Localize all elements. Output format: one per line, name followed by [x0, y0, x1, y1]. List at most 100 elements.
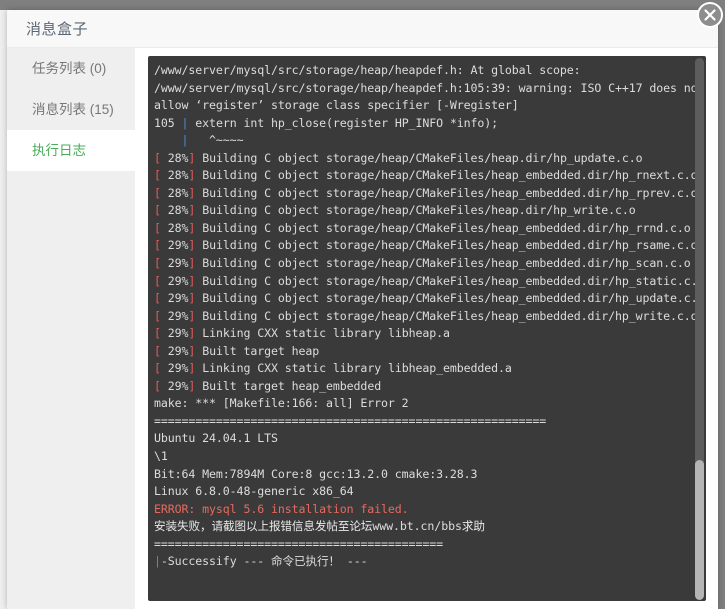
log-line: [ 29%] Building C object storage/heap/CM… [154, 290, 705, 308]
content-area: /www/server/mysql/src/storage/heap/heapd… [135, 48, 718, 609]
log-token: 求助 [461, 519, 485, 534]
log-line: make: *** [Makefile:166: all] Error 2 [154, 395, 684, 413]
log-token: Building C object storage/heap/CMakeFile… [195, 203, 636, 218]
log-token: -Successify --- 命令已执行！ --- [160, 554, 368, 569]
log-token: Building C object storage/heap/CMakeFile… [195, 168, 698, 183]
terminal-scrollbar-thumb[interactable] [695, 460, 704, 600]
sidebar-filler [7, 171, 135, 609]
log-token: [ [154, 273, 161, 288]
log-token: ========================================… [154, 413, 547, 428]
log-token: Built target heap [195, 343, 320, 358]
modal-header: 消息盒子 [7, 10, 718, 48]
log-line: ========================================… [154, 413, 684, 431]
message-box-modal: 消息盒子 任务列表 (0) 消息列表 (15) 执行日志 /www/server/m… [7, 10, 718, 609]
log-line: ========================================… [154, 536, 684, 554]
log-line: | ^~~~~ [154, 132, 684, 150]
sidebar-item-task-list[interactable]: 任务列表 (0) [7, 48, 135, 89]
log-token: 28% [160, 220, 189, 235]
log-line: Ubuntu 24.04.1 LTS [154, 430, 684, 448]
log-token: [ [154, 308, 161, 323]
log-token: Linking CXX static library libheap_embed… [195, 361, 512, 376]
modal-body: 任务列表 (0) 消息列表 (15) 执行日志 /www/server/mysql/… [7, 48, 718, 609]
sidebar: 任务列表 (0) 消息列表 (15) 执行日志 [7, 48, 135, 609]
page-root: 消息盒子 任务列表 (0) 消息列表 (15) 执行日志 /www/server/m… [0, 0, 725, 609]
background-top-strip [0, 0, 7, 10]
log-line: /www/server/mysql/src/storage/heap/heapd… [154, 80, 705, 98]
log-token: 29% [160, 273, 189, 288]
log-token: Linking CXX static library libheap.a [195, 326, 450, 341]
log-token: [ [154, 378, 161, 393]
log-token: Building C object storage/heap/CMakeFile… [195, 185, 698, 200]
log-token: Building C object storage/heap/CMakeFile… [195, 150, 643, 165]
log-line: [ 28%] Building C object storage/heap/CM… [154, 220, 691, 238]
log-line: Linux 6.8.0-48-generic x86_64 [154, 483, 684, 501]
log-token: 安装失败，请截图以上报错信息发帖至论坛 [154, 519, 373, 534]
log-token: Building C object storage/heap/CMakeFile… [195, 238, 698, 253]
log-line: [ 29%] Built target heap [154, 343, 684, 361]
log-line: [ 28%] Building C object storage/heap/CM… [154, 150, 684, 168]
log-token: 29% [160, 238, 189, 253]
log-line: 105 | extern int hp_close(register HP_IN… [154, 115, 684, 133]
log-line: /www/server/mysql/src/storage/heap/heapd… [154, 62, 684, 80]
execution-log-terminal[interactable]: /www/server/mysql/src/storage/heap/heapd… [148, 56, 706, 601]
log-line: [ 28%] Building C object storage/heap/CM… [154, 167, 698, 185]
log-token: Building C object storage/heap/CMakeFile… [195, 291, 705, 306]
log-token: 29% [160, 291, 189, 306]
log-token: \1 [154, 449, 168, 464]
log-line: [ 28%] Building C object storage/heap/CM… [154, 202, 684, 220]
log-token: | [154, 133, 189, 148]
log-token: [ [154, 238, 161, 253]
log-line: Bit:64 Mem:7894M Core:8 gcc:13.2.0 cmake… [154, 466, 684, 484]
log-token: Bit:64 Mem:7894M Core:8 gcc:13.2.0 cmake… [154, 466, 478, 481]
log-token: 28% [160, 168, 189, 183]
log-token: [ [154, 168, 161, 183]
log-token: 29% [160, 343, 189, 358]
log-token: Building C object storage/heap/CMakeFile… [195, 220, 691, 235]
sidebar-item-message-list[interactable]: 消息列表 (15) [7, 89, 135, 130]
log-line: \1 [154, 448, 684, 466]
log-line: [ 29%] Linking CXX static library libhea… [154, 325, 684, 343]
log-line: [ 29%] Building C object storage/heap/CM… [154, 308, 698, 326]
log-token: [ [154, 256, 161, 271]
log-token: /www/server/mysql/src/storage/heap/heapd… [154, 63, 581, 77]
log-token: [ [154, 326, 161, 341]
log-token: Building C object storage/heap/CMakeFile… [195, 256, 691, 271]
log-line: 安装失败，请截图以上报错信息发帖至论坛www.bt.cn/bbs求助 [154, 518, 684, 536]
log-token: 29% [160, 326, 189, 341]
log-line: |-Successify --- 命令已执行！ --- [154, 553, 684, 571]
log-token: Ubuntu 24.04.1 LTS [154, 431, 278, 446]
log-token: [ [154, 185, 161, 200]
log-token: 28% [160, 150, 189, 165]
log-token: Linux 6.8.0-48-generic x86_64 [154, 484, 354, 499]
log-token: [ [154, 203, 161, 218]
log-line: [ 29%] Building C object storage/heap/CM… [154, 273, 705, 291]
log-line: allow ‘register’ storage class specifier… [154, 97, 684, 115]
log-token: Built target heap_embedded [195, 378, 382, 393]
log-token: ========================================… [154, 536, 443, 551]
log-token: allow ‘register’ storage class specifier… [154, 98, 519, 113]
log-token: /www/server/mysql/src/storage/heap/heapd… [154, 80, 705, 95]
log-token: [ [154, 220, 161, 235]
sidebar-item-execution-log[interactable]: 执行日志 [7, 130, 135, 171]
log-token: [ [154, 343, 161, 358]
log-token: 29% [160, 308, 189, 323]
log-line: [ 29%] Building C object storage/heap/CM… [154, 237, 698, 255]
log-token: [ [154, 361, 161, 376]
log-line: [ 28%] Building C object storage/heap/CM… [154, 185, 698, 203]
log-token: 28% [160, 185, 189, 200]
log-token: ERROR: mysql 5.6 installation failed. [154, 501, 409, 516]
log-token: make: *** [Makefile:166: all] Error 2 [154, 396, 409, 411]
log-token: Building C object storage/heap/CMakeFile… [195, 273, 705, 288]
log-token: Building C object storage/heap/CMakeFile… [195, 308, 698, 323]
log-token: ^~~~~ [188, 133, 244, 148]
log-line: ERROR: mysql 5.6 installation failed. [154, 501, 684, 519]
log-token: [ [154, 150, 161, 165]
log-line: [ 29%] Built target heap_embedded [154, 378, 684, 396]
log-line: [ 29%] Building C object storage/heap/CM… [154, 255, 691, 273]
terminal-output: /www/server/mysql/src/storage/heap/heapd… [148, 56, 706, 601]
log-token: 29% [160, 361, 189, 376]
close-icon[interactable] [697, 2, 723, 28]
log-token: 105 [154, 115, 182, 130]
log-line: [ 29%] Linking CXX static library libhea… [154, 360, 684, 378]
log-token: 29% [160, 256, 189, 271]
